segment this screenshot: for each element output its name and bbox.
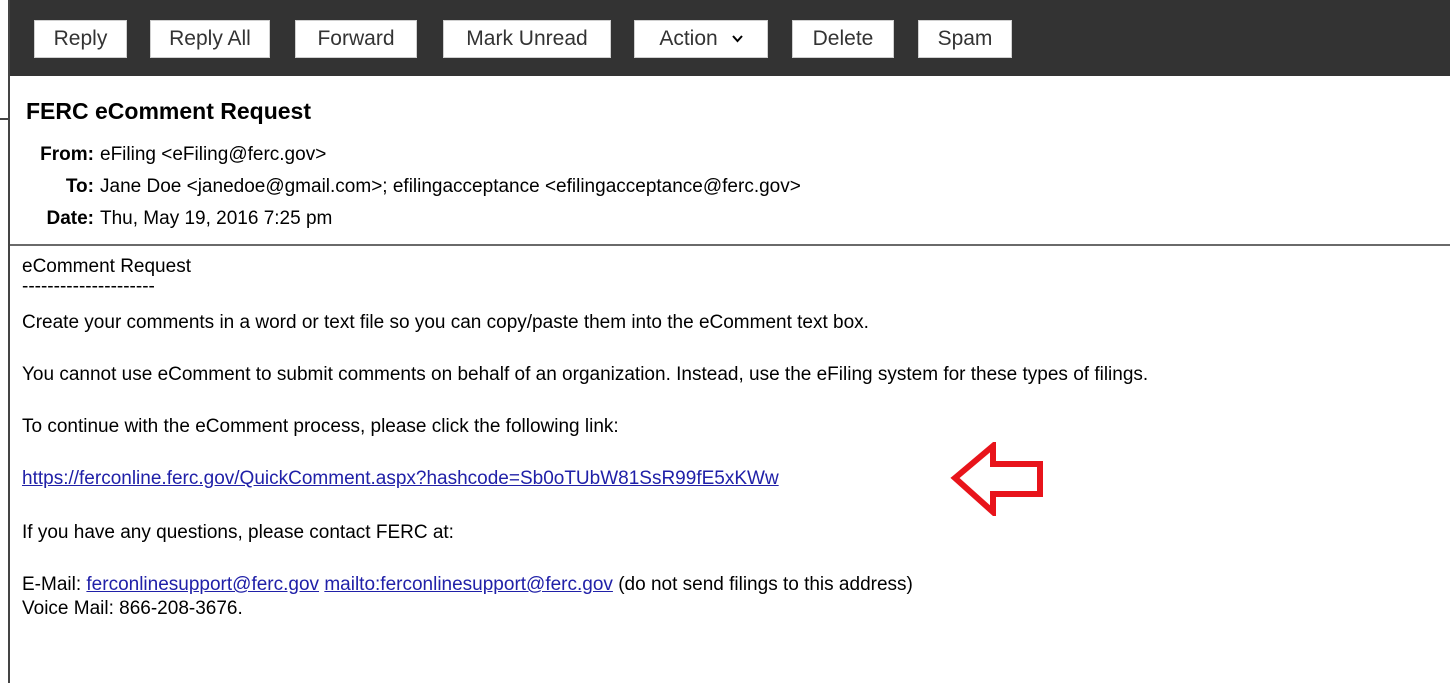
body-line-continue: To continue with the eComment process, p… xyxy=(22,416,619,437)
date-row: Date: Thu, May 19, 2016 7:25 pm xyxy=(0,208,332,230)
mark-unread-button[interactable]: Mark Unread xyxy=(443,20,611,58)
body-heading: eComment Request xyxy=(22,256,191,277)
message-subject: FERC eComment Request xyxy=(26,98,311,124)
header-divider xyxy=(10,244,1450,246)
action-dropdown[interactable]: Action xyxy=(634,20,768,58)
date-value: Thu, May 19, 2016 7:25 pm xyxy=(100,208,333,229)
ecomment-link-row: https://ferconline.ferc.gov/QuickComment… xyxy=(22,468,779,490)
body-line-questions: If you have any questions, please contac… xyxy=(22,522,454,543)
left-tick-mark xyxy=(0,118,8,120)
to-label: To: xyxy=(65,176,94,197)
to-value[interactable]: Jane Doe <janedoe@gmail.com>; efilingacc… xyxy=(100,176,801,197)
from-value[interactable]: eFiling <eFiling@ferc.gov> xyxy=(100,144,326,165)
spam-button[interactable]: Spam xyxy=(918,20,1012,58)
from-label: From: xyxy=(40,144,94,165)
message-toolbar: Reply Reply All Forward Mark Unread Acti… xyxy=(10,0,1450,76)
mark-unread-label: Mark Unread xyxy=(466,27,588,50)
email-label: E-Mail: xyxy=(22,574,87,595)
body-line-cannot: You cannot use eComment to submit commen… xyxy=(22,364,1149,385)
reply-all-label: Reply All xyxy=(169,27,251,50)
to-row: To: Jane Doe <janedoe@gmail.com>; efiling… xyxy=(0,176,801,198)
left-arrow-icon xyxy=(950,442,1043,516)
from-row: From: eFiling <eFiling@ferc.gov> xyxy=(0,144,326,166)
forward-button[interactable]: Forward xyxy=(295,20,417,58)
chevron-down-icon xyxy=(731,32,743,46)
email-view: Reply Reply All Forward Mark Unread Acti… xyxy=(0,0,1450,683)
reply-all-button[interactable]: Reply All xyxy=(150,20,270,58)
body-separator: --------------------- xyxy=(22,276,155,297)
support-email-link[interactable]: ferconlinesupport@ferc.gov xyxy=(86,574,319,595)
body-line-create: Create your comments in a word or text f… xyxy=(22,312,869,333)
spam-label: Spam xyxy=(937,27,993,50)
ecomment-link[interactable]: https://ferconline.ferc.gov/QuickComment… xyxy=(22,468,779,489)
date-label: Date: xyxy=(46,208,94,229)
support-mailto-link[interactable]: mailto:ferconlinesupport@ferc.gov xyxy=(324,574,613,595)
message-header: FERC eComment Request From: eFiling <eFil… xyxy=(10,76,1450,244)
email-contact-row: E-Mail: ferconlinesupport@ferc.gov mailt… xyxy=(22,574,913,596)
reply-label: Reply xyxy=(53,27,108,50)
voicemail-line: Voice Mail: 866-208-3676. xyxy=(22,598,243,619)
reply-button[interactable]: Reply xyxy=(34,20,127,58)
email-note: (do not send filings to this address) xyxy=(612,574,913,595)
action-label: Action xyxy=(659,27,718,50)
delete-button[interactable]: Delete xyxy=(792,20,894,58)
delete-label: Delete xyxy=(812,27,874,50)
forward-label: Forward xyxy=(317,27,395,50)
